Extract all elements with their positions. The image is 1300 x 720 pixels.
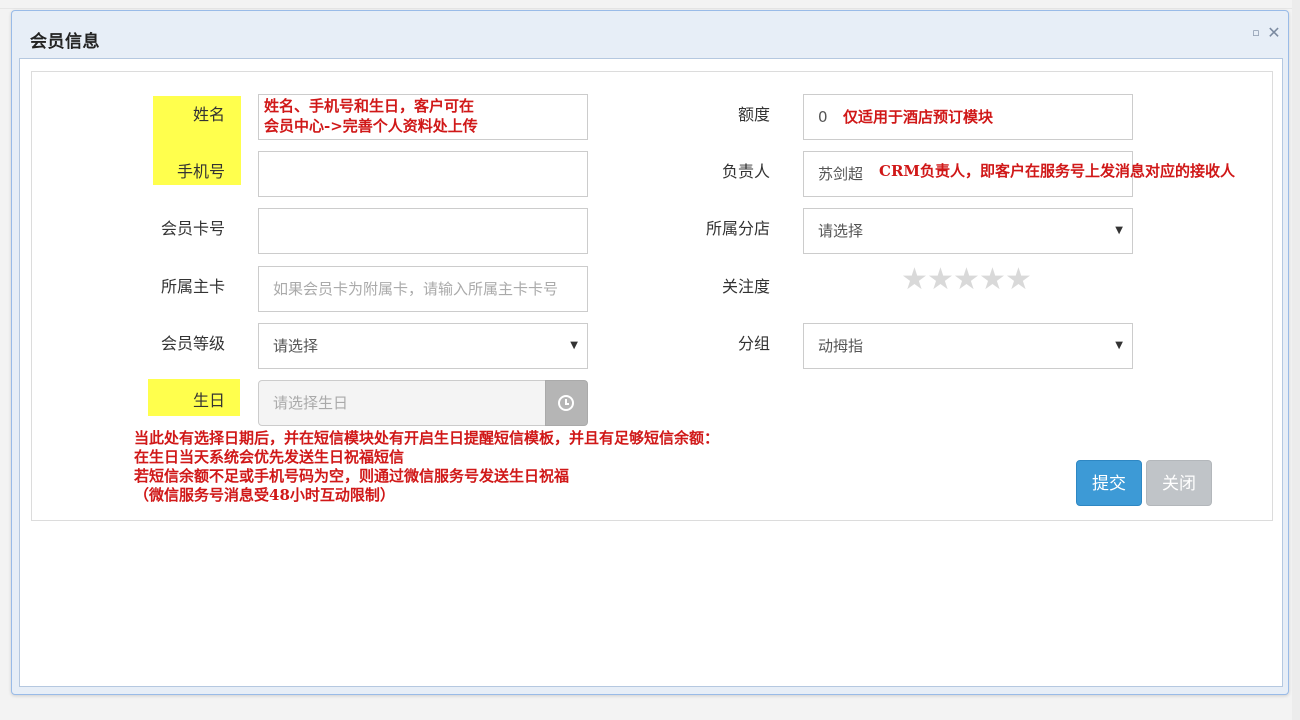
maximize-icon[interactable]: ▫ bbox=[1248, 25, 1264, 41]
card-number-input[interactable] bbox=[258, 208, 588, 254]
birthday-note-line4: （微信服务号消息受48小时互动限制） bbox=[134, 486, 395, 504]
chevron-down-icon: ▼ bbox=[570, 340, 578, 351]
quota-note: 仅适用于酒店预订模块 bbox=[843, 108, 994, 126]
birthday-label: 生日 bbox=[192, 391, 225, 410]
star-icon[interactable]: ★ bbox=[901, 265, 928, 295]
close-button[interactable]: 关闭 bbox=[1146, 460, 1212, 506]
star-icon[interactable]: ★ bbox=[979, 265, 1006, 295]
group-select[interactable]: 动拇指 ▼ bbox=[803, 323, 1133, 369]
name-note-line2: 会员中心->完善个人资料处上传 bbox=[264, 117, 478, 135]
main-card-input[interactable]: 如果会员卡为附属卡，请输入所属主卡卡号 bbox=[258, 266, 588, 312]
quota-label: 额度 bbox=[737, 105, 770, 124]
group-label: 分组 bbox=[737, 334, 770, 353]
chevron-down-icon: ▼ bbox=[1115, 225, 1123, 236]
birthday-input[interactable]: 请选择生日 bbox=[258, 380, 546, 426]
close-icon[interactable]: ✕ bbox=[1266, 25, 1282, 41]
member-level-label: 会员等级 bbox=[160, 334, 225, 353]
birthday-picker-button[interactable] bbox=[545, 380, 588, 426]
star-icon[interactable]: ★ bbox=[927, 265, 954, 295]
name-label: 姓名 bbox=[192, 105, 225, 124]
star-icon[interactable]: ★ bbox=[953, 265, 980, 295]
main-card-label: 所属主卡 bbox=[160, 277, 225, 296]
birthday-note-line2: 在生日当天系统会优先发送生日祝福短信 bbox=[134, 448, 405, 466]
chevron-down-icon: ▼ bbox=[1115, 340, 1123, 351]
member-level-select[interactable]: 请选择 ▼ bbox=[258, 323, 588, 369]
attention-label: 关注度 bbox=[721, 277, 770, 296]
phone-input[interactable] bbox=[258, 151, 588, 197]
birthday-note-line1: 当此处有选择日期后，并在短信模块处有开启生日提醒短信模板，并且有足够短信余额： bbox=[134, 429, 720, 447]
branch-label: 所属分店 bbox=[705, 219, 770, 238]
birthday-note-line3: 若短信余额不足或手机号码为空，则通过微信服务号发送生日祝福 bbox=[134, 467, 570, 485]
owner-value: 苏剑超 bbox=[818, 165, 864, 183]
dialog-body: 姓名 姓名、手机号和生日，客户可在 会员中心->完善个人资料处上传 手机号 会员… bbox=[19, 58, 1283, 687]
group-value: 动拇指 bbox=[818, 337, 864, 355]
backdrop-line bbox=[0, 8, 1300, 9]
quota-value: 0 bbox=[818, 108, 828, 126]
branch-value: 请选择 bbox=[818, 222, 864, 240]
submit-button[interactable]: 提交 bbox=[1076, 460, 1142, 506]
member-form: 姓名 姓名、手机号和生日，客户可在 会员中心->完善个人资料处上传 手机号 会员… bbox=[31, 71, 1273, 521]
clock-icon bbox=[558, 395, 574, 411]
branch-select[interactable]: 请选择 ▼ bbox=[803, 208, 1133, 254]
phone-label: 手机号 bbox=[176, 162, 225, 181]
member-level-value: 请选择 bbox=[273, 337, 319, 355]
name-note-line1: 姓名、手机号和生日，客户可在 bbox=[264, 97, 475, 115]
dialog-title: 会员信息 bbox=[30, 32, 100, 52]
owner-note: CRM负责人，即客户在服务号上发消息对应的接收人 bbox=[879, 162, 1236, 180]
card-number-label: 会员卡号 bbox=[160, 219, 225, 238]
owner-label: 负责人 bbox=[721, 162, 770, 181]
backdrop-edge bbox=[1292, 0, 1300, 720]
member-info-dialog: 会员信息 ▫ ✕ 姓名 姓名、手机号和生日，客户可在 会员中心->完善个人资料处… bbox=[11, 10, 1289, 695]
star-icon[interactable]: ★ bbox=[1005, 265, 1032, 295]
